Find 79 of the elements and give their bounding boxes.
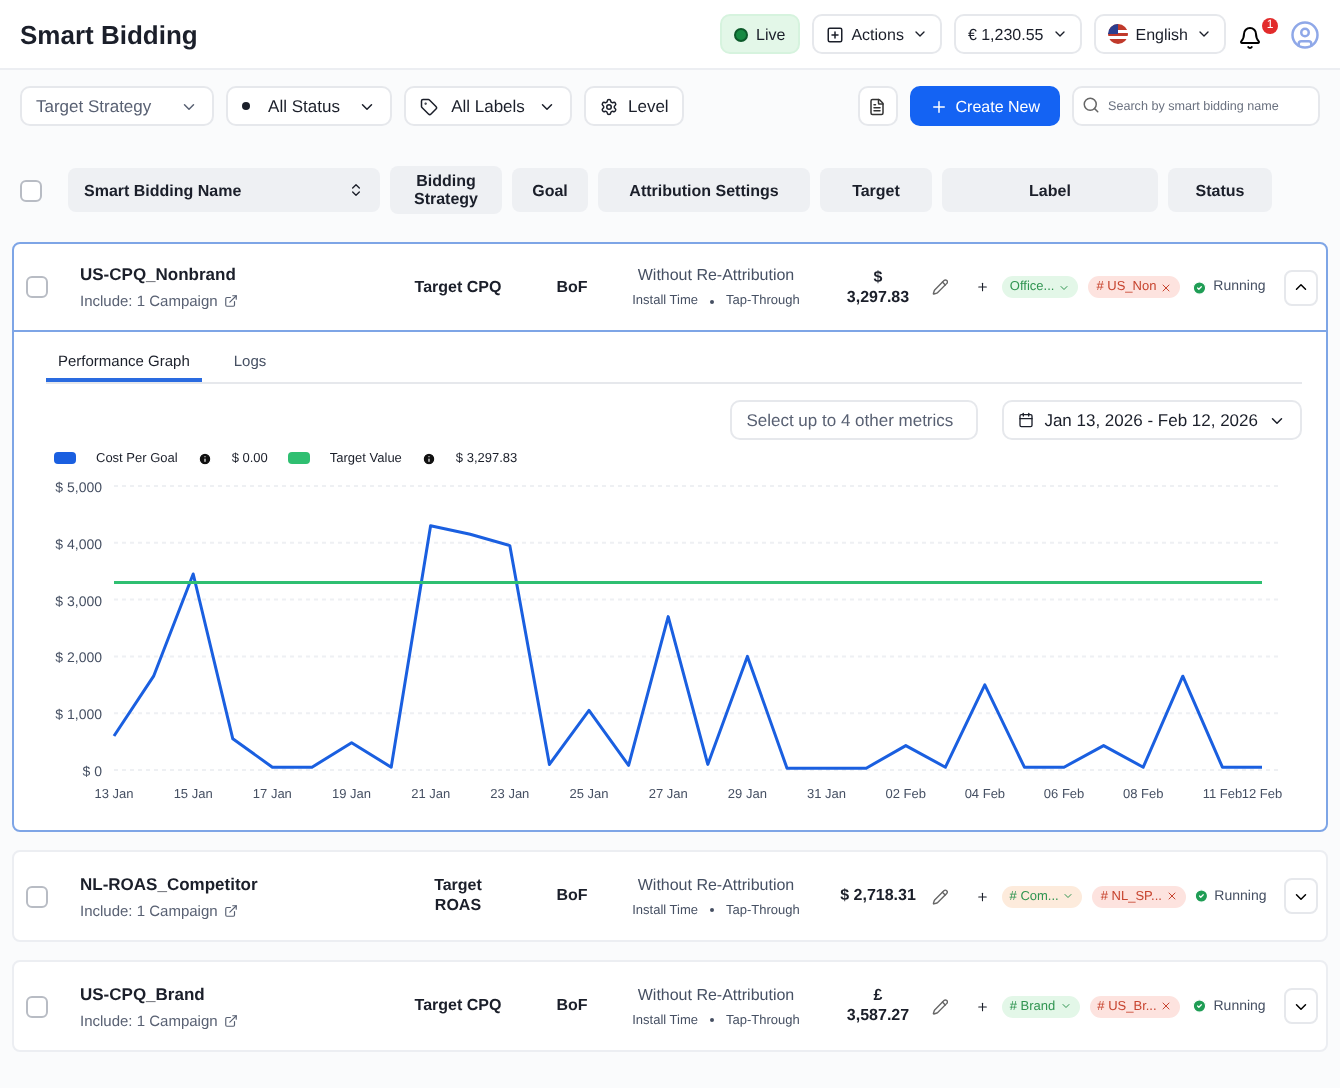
legend-swatch bbox=[287, 452, 310, 464]
attribution-text: Without Re-Attribution bbox=[637, 875, 795, 895]
info-icon bbox=[421, 452, 436, 466]
goal-text: BoF bbox=[556, 996, 588, 1016]
pencil-icon[interactable] bbox=[932, 887, 949, 905]
column-header: Smart Bidding Name bbox=[84, 181, 242, 199]
chevron-down-icon bbox=[1059, 1000, 1072, 1012]
strategy-dropdown[interactable]: Target Strategy bbox=[20, 86, 214, 126]
chevron-down-icon bbox=[1062, 890, 1075, 902]
plus-icon[interactable] bbox=[976, 999, 990, 1013]
sort-icon[interactable] bbox=[348, 182, 364, 198]
column-header: Target bbox=[820, 168, 932, 212]
bidding-name: NL-ROAS_Competitor bbox=[80, 873, 258, 893]
level-button[interactable]: Level bbox=[584, 86, 685, 126]
column-header: Attribution Settings bbox=[598, 168, 810, 212]
separator-dot bbox=[710, 299, 714, 303]
metrics-dropdown[interactable]: Select up to 4 other metrics bbox=[730, 400, 979, 440]
column-header: Goal bbox=[512, 168, 588, 212]
goal-text: BoF bbox=[556, 277, 588, 297]
calendar-icon bbox=[1018, 412, 1035, 428]
bidding-name: US-CPQ_Brand bbox=[80, 983, 205, 1003]
external-link-icon bbox=[223, 903, 238, 917]
chevron-down-icon bbox=[1058, 281, 1071, 293]
chevron-up-icon bbox=[1292, 278, 1311, 296]
close-icon bbox=[1165, 890, 1178, 902]
document-icon bbox=[868, 97, 887, 115]
attribution-text: Without Re-Attribution bbox=[637, 985, 795, 1005]
close-icon bbox=[1160, 281, 1173, 293]
separator-dot bbox=[710, 1018, 714, 1022]
pencil-icon[interactable] bbox=[932, 278, 949, 296]
target-value: £ 3,587.27 bbox=[846, 986, 910, 1026]
balance-dropdown[interactable]: € 1,230.55 bbox=[953, 14, 1082, 54]
info-icon bbox=[197, 452, 212, 466]
strategy-text: Target CPQ bbox=[414, 277, 502, 297]
check-circle-icon bbox=[1193, 888, 1209, 904]
date-range-picker[interactable]: Jan 13, 2026 - Feb 12, 2026 bbox=[1002, 400, 1302, 440]
plus-icon[interactable] bbox=[976, 889, 990, 903]
language-dropdown[interactable]: English bbox=[1093, 14, 1226, 54]
gear-icon bbox=[600, 97, 618, 115]
bell-icon[interactable] bbox=[1238, 26, 1262, 50]
close-icon bbox=[1160, 1000, 1173, 1012]
export-button[interactable] bbox=[857, 86, 898, 126]
checkbox[interactable] bbox=[26, 995, 48, 1017]
labels-dropdown[interactable]: All Labels bbox=[404, 86, 572, 126]
attribution-text: Without Re-Attribution bbox=[637, 266, 795, 286]
check-circle-icon bbox=[1192, 279, 1208, 295]
external-link-icon bbox=[223, 294, 238, 308]
plus-icon bbox=[929, 97, 948, 115]
actions-dropdown[interactable]: Actions bbox=[811, 14, 942, 54]
legend-swatch bbox=[54, 452, 76, 464]
dot-icon bbox=[242, 102, 250, 110]
plus-square-icon bbox=[825, 25, 844, 43]
chevron-down-icon bbox=[1196, 26, 1212, 42]
create-new-button[interactable]: Create New bbox=[909, 86, 1060, 126]
checkbox[interactable] bbox=[26, 276, 48, 298]
target-value: $ 3,297.83 bbox=[846, 267, 910, 307]
column-header: Bidding Strategy bbox=[390, 166, 502, 214]
status-dropdown[interactable]: All Status bbox=[226, 86, 392, 126]
column-header: Label bbox=[942, 168, 1158, 212]
page-title: Smart Bidding bbox=[20, 19, 200, 49]
checkbox[interactable] bbox=[20, 179, 42, 201]
flag-icon bbox=[1107, 24, 1128, 44]
chevron-down-icon bbox=[1051, 26, 1068, 42]
goal-text: BoF bbox=[556, 886, 588, 906]
strategy-text: Target CPQ bbox=[414, 996, 502, 1016]
live-status[interactable]: Live bbox=[720, 14, 800, 54]
check-circle-icon bbox=[1192, 998, 1208, 1014]
column-header: Status bbox=[1168, 168, 1272, 212]
checkbox[interactable] bbox=[26, 885, 48, 907]
separator-dot bbox=[710, 908, 714, 912]
chevron-down-icon bbox=[911, 26, 928, 42]
plus-icon[interactable] bbox=[976, 280, 990, 294]
bidding-name: US-CPQ_Nonbrand bbox=[80, 264, 236, 284]
strategy-text: Target ROAS bbox=[434, 876, 482, 916]
pencil-icon[interactable] bbox=[932, 997, 949, 1015]
target-value: $ 2,718.31 bbox=[840, 886, 916, 906]
search-icon bbox=[1082, 96, 1100, 114]
tag-icon bbox=[420, 97, 438, 115]
external-link-icon bbox=[223, 1013, 238, 1027]
